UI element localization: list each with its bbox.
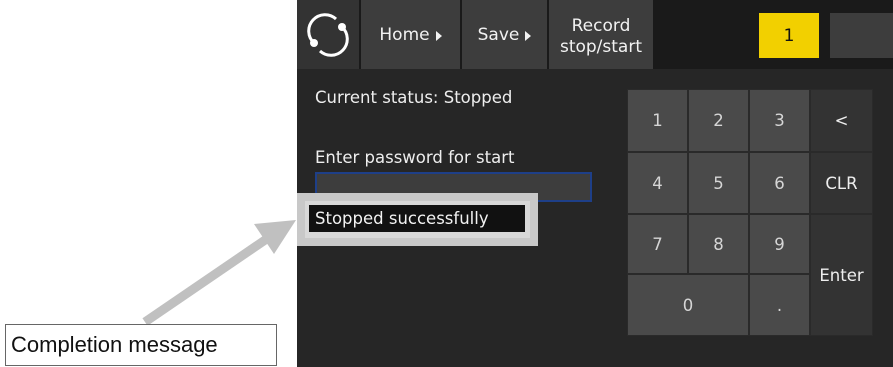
annotation-arrow-icon bbox=[142, 220, 296, 326]
completion-message-callout: Completion message bbox=[5, 324, 277, 366]
